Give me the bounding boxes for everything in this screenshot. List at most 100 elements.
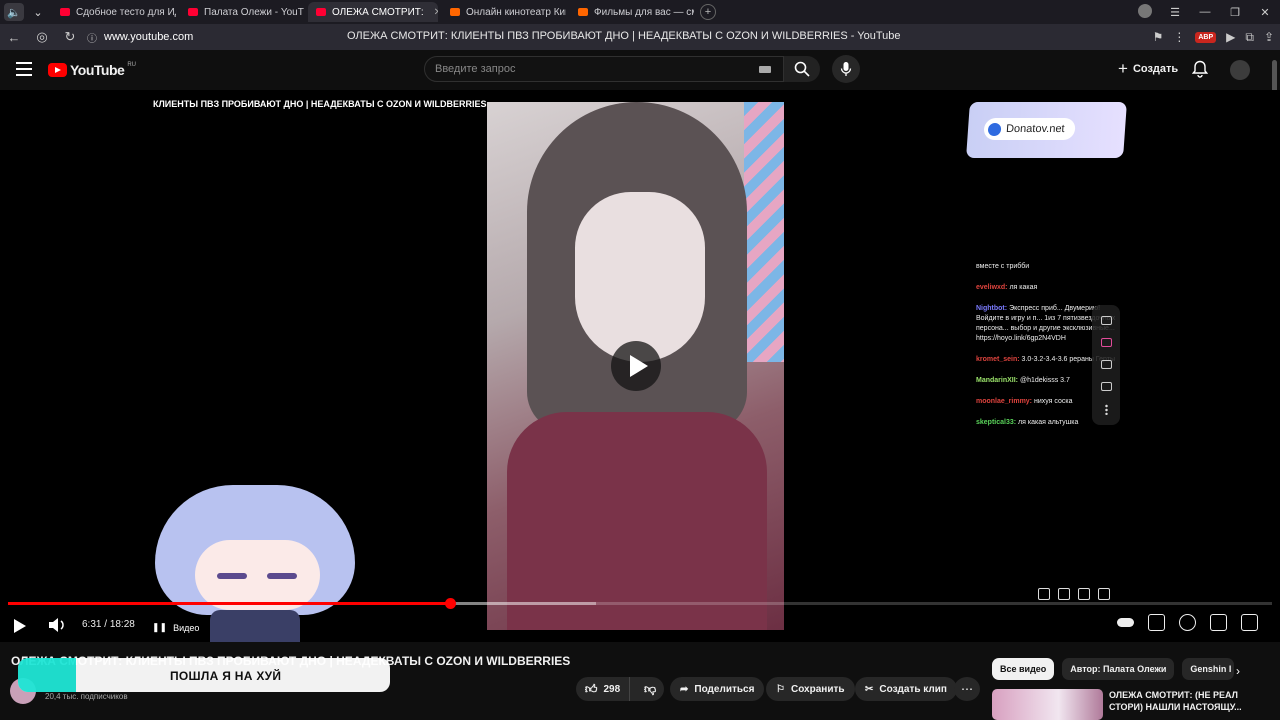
youtube-play-logo-icon (48, 63, 67, 77)
time-current: 6:31 (82, 619, 102, 630)
filter-chip[interactable]: Genshin I (1182, 658, 1235, 680)
translate-icon[interactable] (1100, 315, 1112, 325)
fullscreen-icon[interactable] (1241, 614, 1258, 631)
close-window-icon[interactable]: ✕ (1250, 6, 1280, 19)
chevron-right-icon[interactable]: › (1236, 664, 1240, 678)
anime-eye-right (267, 573, 297, 579)
window-controls: ☰ — ❐ ✕ (1130, 0, 1280, 24)
tab-label: Палата Олежи - YouTube (204, 6, 304, 18)
like-dislike-group: 👍︎ 298 👎︎ (576, 677, 664, 701)
account-avatar[interactable] (1230, 60, 1250, 80)
quote-icon[interactable] (1100, 337, 1112, 347)
search-box (424, 56, 784, 82)
tab-list-chevron-icon[interactable]: ⌄ (28, 3, 48, 21)
notifications-bell-icon[interactable] (1192, 60, 1208, 78)
menu-icon[interactable]: ☰ (1160, 6, 1190, 19)
subtitles-icon[interactable] (1100, 359, 1112, 369)
guide-menu-icon[interactable] (16, 62, 32, 76)
search-button[interactable] (784, 56, 820, 82)
browser-tab[interactable]: ОЛЕЖА СМОТРИТ: ✕ (308, 2, 438, 22)
microphone-icon (840, 62, 852, 76)
share-icon[interactable]: ⇪ (1264, 30, 1274, 44)
create-button[interactable]: + Создать (1110, 57, 1186, 81)
share-overlay-icon[interactable] (1098, 588, 1110, 600)
play-icon[interactable] (14, 619, 26, 633)
minimize-icon[interactable]: — (1190, 6, 1220, 18)
browser-tab[interactable]: Палата Олежи - YouTube (180, 2, 304, 22)
more-actions-button[interactable]: ⋯ (954, 677, 980, 701)
shield-icon[interactable]: ◎ (28, 29, 56, 45)
youtube-favicon-icon (188, 8, 198, 16)
site-info-icon[interactable]: ⓘ (84, 30, 100, 45)
dislike-button[interactable]: 👎︎ (636, 677, 664, 701)
bookmark-save-icon: ⚐ (776, 683, 785, 695)
like-overlay-icon[interactable] (1038, 588, 1050, 600)
filter-chip[interactable]: Автор: Палата Олежи (1062, 658, 1175, 680)
search-input[interactable] (435, 63, 755, 75)
thumbs-down-icon: 👎︎ (643, 681, 657, 696)
time-total: 18:28 (109, 619, 135, 630)
browser-tab[interactable]: Фильмы для вас — смотр (570, 2, 694, 22)
youtube-logo[interactable]: YouTube RU (48, 62, 136, 78)
dislike-overlay-icon[interactable] (1058, 588, 1070, 600)
donation-banner: Donatov.net (966, 102, 1127, 158)
frame-background-stripes (744, 102, 784, 362)
tab-audio-icon[interactable]: 🔈 (4, 3, 24, 21)
chat-text: ля какая (1009, 284, 1038, 291)
tab-strip: Сдобное тесто для ИДЕА Палата Олежи - You… (48, 2, 694, 22)
browser-tab[interactable]: Сдобное тесто для ИДЕА (52, 2, 176, 22)
collections-icon[interactable]: ⧉ (1245, 30, 1254, 45)
share-button[interactable]: ➦ Поделиться (670, 677, 765, 701)
large-play-button[interactable] (611, 341, 661, 391)
video-overlay-title: КЛИЕНТЫ ПВЗ ПРОБИВАЮТ ДНО | НЕАДЕКВАТЫ С… (153, 99, 487, 109)
filter-chip[interactable]: Все видео (992, 658, 1055, 680)
browser-page-title: ОЛЕЖА СМОТРИТ: КЛИЕНТЫ ПВЗ ПРОБИВАЮТ ДНО… (347, 30, 901, 42)
clip-button[interactable]: ✂ Создать клип (855, 677, 957, 701)
back-icon[interactable]: ← (0, 30, 28, 45)
progress-scrubber[interactable] (445, 598, 457, 609)
adblock-icon[interactable]: ABP (1195, 31, 1217, 43)
keyboard-icon[interactable] (759, 66, 771, 73)
recommendation-thumbnail[interactable] (992, 689, 1103, 720)
volume-icon[interactable] (48, 617, 66, 633)
time-display: 6:31 / 18:28 (82, 619, 135, 630)
comment-overlay-icon[interactable] (1078, 588, 1090, 600)
reload-icon[interactable]: ↻ (56, 29, 84, 45)
tab-label: Фильмы для вас — смотр (594, 6, 694, 18)
scissors-icon: ✂ (865, 683, 874, 695)
captions-icon[interactable] (1148, 614, 1165, 631)
share-arrow-icon: ➦ (680, 683, 689, 695)
player-right-controls (1117, 614, 1258, 631)
more-vertical-icon[interactable]: ⋮ (1173, 30, 1185, 44)
extension-play-icon[interactable]: ▶ (1226, 30, 1235, 44)
video-player[interactable]: КЛИЕНТЫ ПВЗ ПРОБИВАЮТ ДНО | НЕАДЕКВАТЫ С… (0, 90, 1280, 642)
pip-icon[interactable] (1100, 381, 1112, 391)
theater-mode-icon[interactable] (1210, 614, 1227, 631)
profile-icon[interactable] (1130, 3, 1160, 21)
save-button[interactable]: ⚐ Сохранить (766, 677, 855, 701)
caption-text: ПОШЛА Я НА ХУЙ (170, 669, 282, 683)
more-options-icon[interactable] (1104, 403, 1108, 415)
chat-message: вместе с трибби (976, 262, 1124, 272)
bookmark-icon[interactable]: ⚑ (1153, 30, 1164, 44)
progress-bar[interactable] (8, 598, 1272, 609)
share-label: Поделиться (694, 683, 755, 695)
browser-tab-bar: 🔈 ⌄ Сдобное тесто для ИДЕА Палата Олежи -… (0, 0, 1280, 24)
tab-close-icon[interactable]: ✕ (434, 7, 438, 18)
voice-search-button[interactable] (832, 55, 860, 83)
settings-gear-icon[interactable] (1179, 614, 1196, 631)
anime-eye-left (217, 573, 247, 579)
recommendation-title[interactable]: ОЛЕЖА СМОТРИТ: (НЕ РЕАЛ СТОРИ) НАШЛИ НАС… (1109, 689, 1274, 713)
chat-username: moonlae_rimmy: (976, 398, 1033, 405)
like-count: 298 (603, 683, 621, 695)
autoplay-toggle[interactable] (1117, 618, 1134, 627)
new-tab-button[interactable]: + (700, 4, 716, 20)
address-bar: ← ◎ ↻ ⓘ www.youtube.com ОЛЕЖА СМОТРИТ: К… (0, 24, 1280, 50)
restore-icon[interactable]: ❐ (1220, 6, 1250, 19)
browser-tab[interactable]: Онлайн кинотеатр Кино (442, 2, 566, 22)
like-button[interactable]: 👍︎ 298 (576, 677, 631, 701)
frame-subject-face (575, 192, 705, 362)
donation-logo-icon (987, 122, 1002, 136)
tab-label: Сдобное тесто для ИДЕА (76, 6, 176, 18)
url-field[interactable]: www.youtube.com (104, 31, 193, 43)
